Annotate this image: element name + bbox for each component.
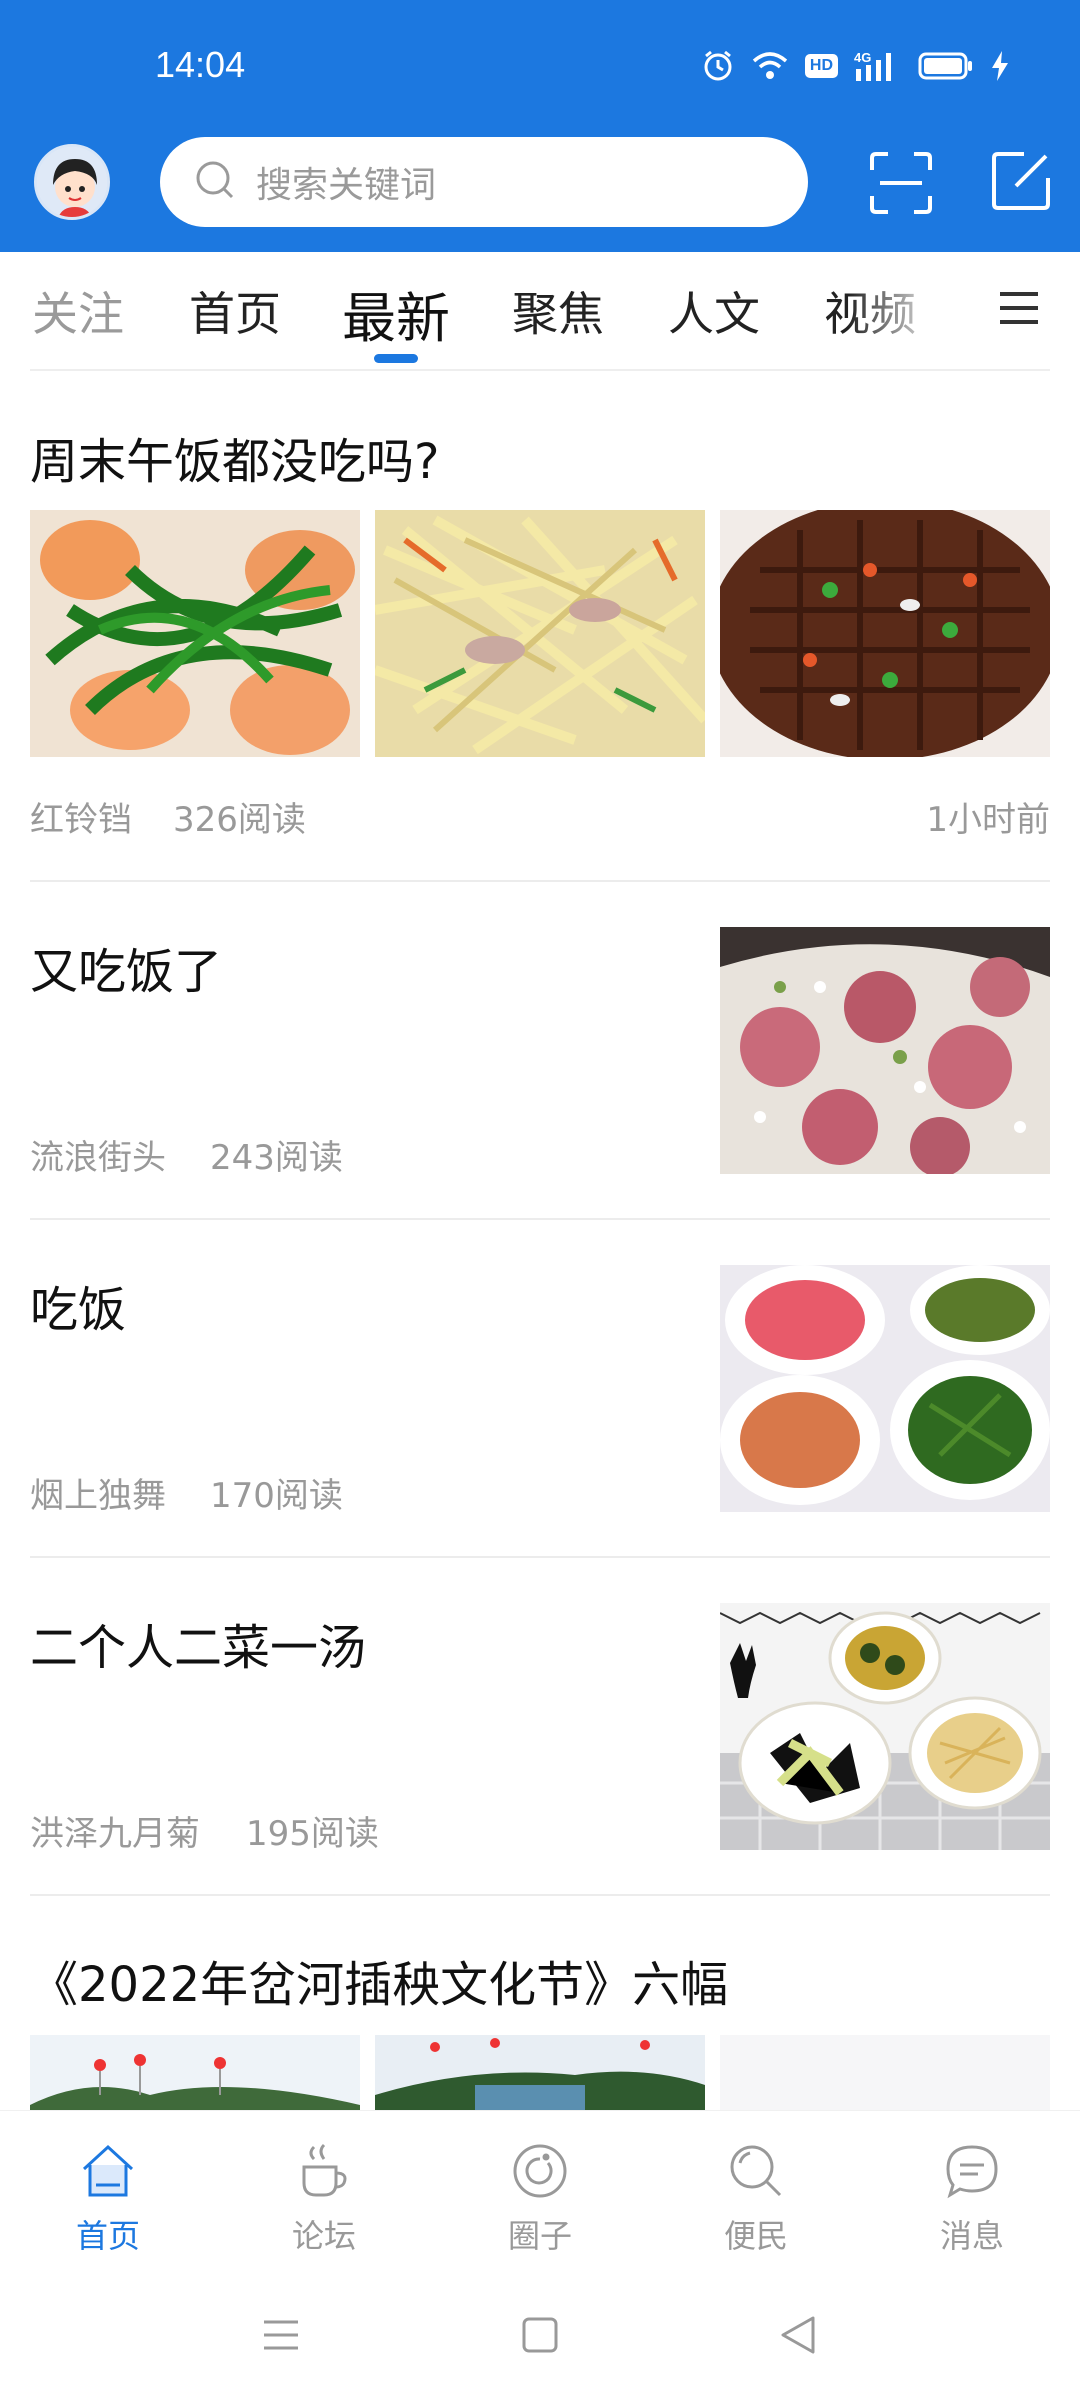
scan-icon[interactable] [868, 150, 934, 216]
search-input[interactable]: 搜索关键词 [160, 137, 808, 227]
app-header: 14:04 HD 4G 搜索关键词 [0, 0, 1080, 252]
bottom-nav: 首页 论坛 圈子 便民 消息 [0, 2110, 1080, 2270]
tab-latest[interactable]: 最新 [342, 274, 450, 353]
divider [30, 1218, 1050, 1220]
search-placeholder: 搜索关键词 [256, 165, 437, 206]
feed-item-title: 周末午饭都没吃吗? [30, 434, 440, 490]
svg-text:4G: 4G [854, 50, 871, 65]
tab-follow[interactable]: 关注 [32, 278, 124, 344]
feed-item-author: 洪泽九月菊 [30, 1814, 200, 1854]
feed-item-author: 流浪街头 [30, 1138, 166, 1178]
feed-item-author: 红铃铛 [30, 800, 132, 840]
home-icon [78, 2141, 138, 2201]
feed-item-title: 吃饭 [30, 1282, 127, 1338]
search-icon [726, 2141, 786, 2201]
nav-home-label: 首页 [75, 2217, 140, 2255]
menu-icon[interactable] [996, 288, 1042, 328]
feed-item-reads: 195阅读 [246, 1814, 379, 1854]
feed-item-author: 烟上独舞 [30, 1476, 166, 1516]
tab-culture[interactable]: 人文 [668, 278, 760, 344]
active-tab-indicator [374, 354, 418, 363]
nav-forum[interactable]: 论坛 [254, 2141, 394, 2257]
alarm-icon [701, 48, 735, 84]
divider [30, 880, 1050, 882]
status-bar: 14:04 HD 4G [0, 0, 1080, 130]
wifi-icon [751, 48, 789, 84]
nav-messages[interactable]: 消息 [902, 2141, 1042, 2257]
nav-forum-label: 论坛 [291, 2217, 356, 2255]
feed-item-time: 1小时前 [926, 800, 1050, 840]
feed-item-title: 《2022年岔河插秧文化节》六幅 [30, 1957, 729, 2013]
back-triangle-icon[interactable] [773, 2310, 823, 2360]
feed-item-image [720, 1603, 1050, 1850]
menu-icon[interactable] [256, 2310, 306, 2360]
charging-icon [990, 48, 1010, 84]
feed-item-image [30, 2035, 360, 2110]
tab-focus[interactable]: 聚焦 [512, 278, 604, 344]
edit-icon[interactable] [990, 150, 1052, 212]
coffee-cup-icon [294, 2141, 354, 2201]
search-icon [194, 159, 236, 205]
feed-item-reads: 326阅读 [173, 800, 306, 840]
feed-item-image [720, 1265, 1050, 1512]
feed-item-image [720, 927, 1050, 1174]
4g-signal-icon: 4G [854, 48, 902, 84]
feed-item-reads: 170阅读 [210, 1476, 343, 1516]
feed-item-reads: 243阅读 [210, 1138, 343, 1178]
nav-circle[interactable]: 圈子 [470, 2141, 610, 2257]
avatar[interactable] [34, 144, 110, 220]
feed-item-title: 二个人二菜一汤 [30, 1620, 367, 1676]
battery-icon [918, 48, 974, 84]
hd-icon: HD [804, 48, 838, 84]
tab-home[interactable]: 首页 [189, 278, 281, 344]
feed-item-image [720, 510, 1050, 757]
news-feed: 周末午饭都没吃吗? 红铃铛 326阅读 1小时前 又吃饭了 流浪街头 243阅读… [0, 370, 1080, 2110]
divider [30, 1894, 1050, 1896]
nav-services-label: 便民 [723, 2217, 788, 2255]
feed-item-image [375, 2035, 705, 2110]
tab-fade-overlay [848, 252, 968, 362]
divider [30, 1556, 1050, 1558]
message-icon [942, 2141, 1002, 2201]
channel-tabs: 关注 首页 最新 聚焦 人文 视频 [0, 252, 1080, 371]
feed-item-image [720, 2035, 1050, 2110]
feed-item-image [375, 510, 705, 757]
feed-item-title: 又吃饭了 [30, 944, 223, 1000]
feed-item-image [30, 510, 360, 757]
status-time: 14:04 [155, 44, 246, 85]
system-nav-bar [0, 2270, 1080, 2400]
nav-services[interactable]: 便民 [686, 2141, 826, 2257]
status-icons: HD 4G [701, 48, 1010, 84]
nav-circle-label: 圈子 [507, 2217, 572, 2255]
home-square-icon[interactable] [515, 2310, 565, 2360]
nav-messages-label: 消息 [939, 2217, 1004, 2255]
nav-home[interactable]: 首页 [38, 2141, 178, 2257]
circle-icon [510, 2141, 570, 2201]
